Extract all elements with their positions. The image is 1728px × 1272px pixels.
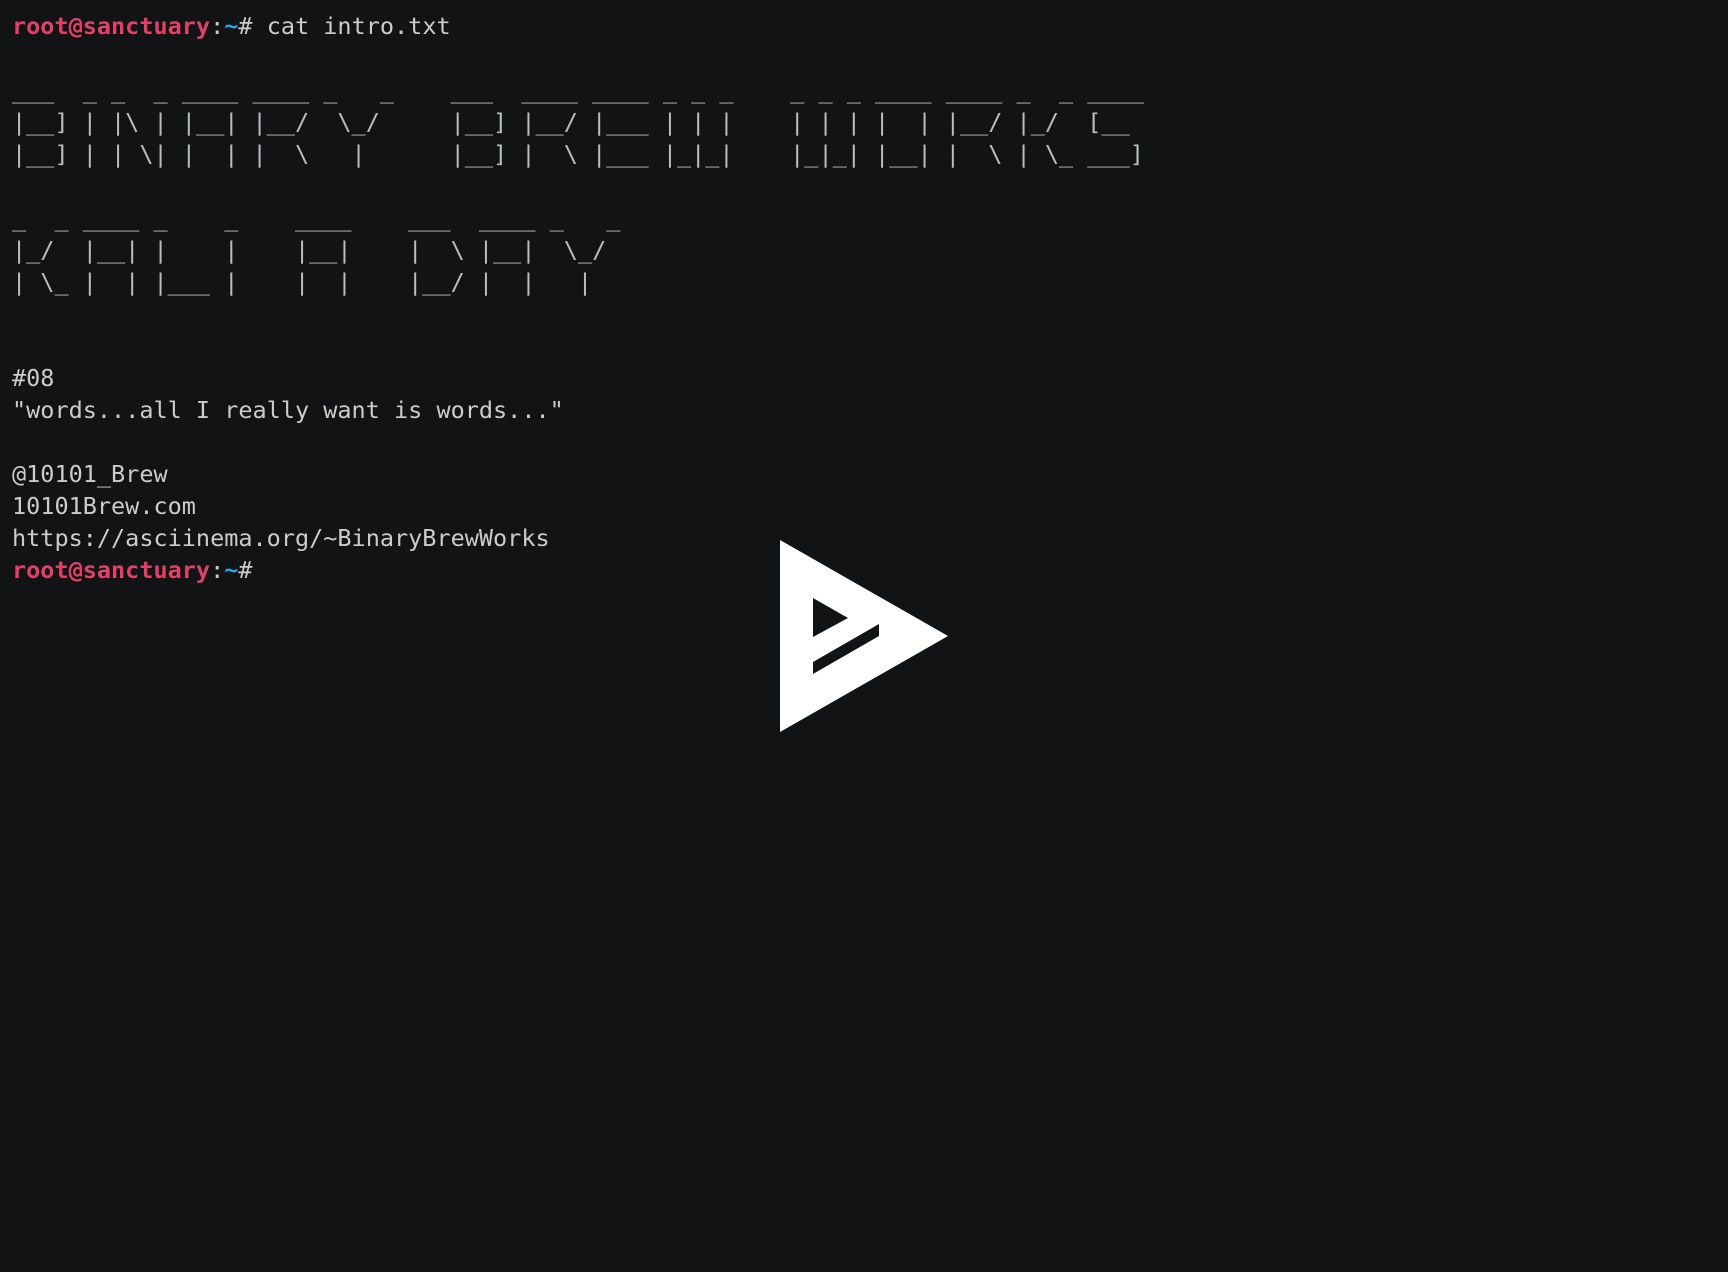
command-line: root@sanctuary:~# cat intro.txt bbox=[12, 10, 1716, 42]
prompt-separator: : bbox=[210, 556, 225, 584]
prompt-symbol: # bbox=[238, 12, 253, 40]
prompt-symbol: # bbox=[238, 556, 253, 584]
banner-subtitle-row-3: | \_ | | |___ | | | |__/ | | | bbox=[12, 268, 621, 296]
prompt-user-host: root@sanctuary bbox=[12, 12, 211, 40]
banner-subtitle-row-2: |_/ |__| | | |__| | \ |__| \_/ bbox=[12, 236, 621, 264]
play-button[interactable] bbox=[780, 540, 948, 732]
banner-title-row-1: ___ _ _ _ ____ ____ _ _ ___ ____ ____ _ … bbox=[12, 76, 1144, 104]
prompt-user-host: root@sanctuary bbox=[12, 556, 211, 584]
prompt-path: ~ bbox=[224, 556, 239, 584]
banner-subtitle-row-1: _ _ ____ _ _ ____ ___ ____ _ _ bbox=[12, 204, 621, 232]
asciinema-play-icon bbox=[780, 540, 948, 732]
banner-title-row-3: |__] | | \| | | | \ | |__] | \ |___ |_|_… bbox=[12, 140, 1144, 168]
social-handle: @10101_Brew bbox=[12, 460, 168, 488]
prompt-path: ~ bbox=[224, 12, 239, 40]
quote-text: "words...all I really want is words..." bbox=[12, 396, 564, 424]
command-text: cat intro.txt bbox=[252, 12, 451, 40]
prompt-separator: : bbox=[210, 12, 225, 40]
episode-number: #08 bbox=[12, 364, 55, 392]
website-text: 10101Brew.com bbox=[12, 492, 196, 520]
banner-title-row-2: |__] | |\ | |__| |__/ \_/ |__] |__/ |___… bbox=[12, 108, 1144, 136]
